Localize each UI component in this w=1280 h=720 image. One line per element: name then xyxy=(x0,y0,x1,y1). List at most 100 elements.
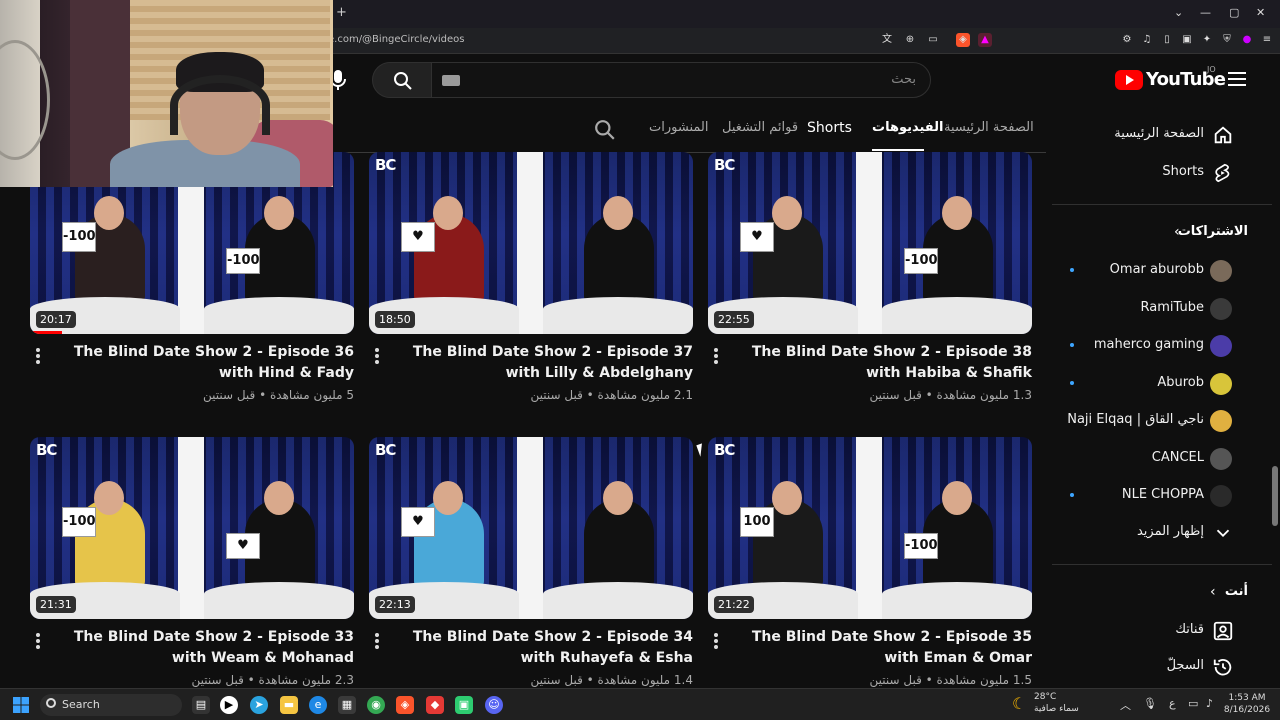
sidebar-item-shorts[interactable]: Shorts xyxy=(1052,156,1264,190)
app-icon[interactable]: ▤ xyxy=(192,696,210,714)
windows-start-icon[interactable] xyxy=(12,696,30,714)
new-tab-button[interactable]: + xyxy=(336,5,347,20)
taskbar-clock[interactable]: 1:53 AM 8/16/2026 xyxy=(1222,692,1272,716)
tab-posts[interactable]: المنشورات xyxy=(649,120,708,135)
minimize-icon[interactable]: — xyxy=(1200,6,1211,19)
zoom-icon[interactable]: ⊕ xyxy=(903,33,917,47)
media-icon[interactable]: ♫ xyxy=(1140,33,1154,47)
subscriptions-header[interactable]: الاشتراكات xyxy=(1178,224,1248,239)
edge-icon[interactable]: e xyxy=(309,696,327,714)
tray-mic-icon[interactable]: 🎙 xyxy=(1143,697,1157,710)
sidebar-toggle-icon[interactable]: ▯ xyxy=(1160,33,1174,47)
chevron-left-icon[interactable]: ‹ xyxy=(1174,224,1180,240)
page-scrollbar[interactable] xyxy=(1272,58,1280,688)
tab-list-icon[interactable]: ⌄ xyxy=(1174,6,1183,19)
sidebar-item-home[interactable]: الصفحة الرئيسية xyxy=(1052,118,1264,152)
thumbnail-table-right xyxy=(543,582,693,619)
subscription-item[interactable]: Aburob xyxy=(1052,367,1264,401)
you-header[interactable]: أنت xyxy=(1225,584,1248,599)
taskbar-search[interactable]: Search xyxy=(40,694,182,716)
profile-icon[interactable]: ● xyxy=(1240,33,1254,47)
sidebar-item-history[interactable]: السجلّ xyxy=(1052,650,1264,684)
leo-icon[interactable]: ✦ xyxy=(1200,33,1214,47)
video-meta: 1.5 مليون مشاهدة • قبل سنتين xyxy=(869,673,1033,687)
video-thumbnail[interactable]: BC ♥ -100 22:55 xyxy=(708,152,1032,334)
video-thumbnail[interactable]: BC ♥ 18:50 xyxy=(369,152,693,334)
channel-search-icon[interactable] xyxy=(594,119,616,141)
video-title[interactable]: The Blind Date Show 2 - Episode 34 with … xyxy=(391,627,693,669)
keyboard-icon[interactable] xyxy=(442,75,460,86)
show-more-button[interactable]: إظهار المزيد xyxy=(1052,516,1264,550)
brave-shield-icon[interactable]: ◈ xyxy=(956,33,970,47)
shorts-icon xyxy=(1215,163,1230,183)
rewards-icon[interactable]: ▲ xyxy=(978,33,992,47)
wallet-icon[interactable]: ▣ xyxy=(1180,33,1194,47)
subscription-item[interactable]: maherco gaming xyxy=(1052,329,1264,363)
menu-icon[interactable]: ≡ xyxy=(1260,33,1274,47)
input-language[interactable]: ع xyxy=(1169,697,1176,710)
tray-chevron-up-icon[interactable]: ︿ xyxy=(1120,697,1131,713)
file-explorer-icon[interactable]: ▬ xyxy=(280,696,298,714)
tab-playlists[interactable]: قوائم التشغيل xyxy=(722,120,798,135)
avatar xyxy=(1210,260,1232,282)
chevron-left-icon[interactable]: ‹ xyxy=(1210,584,1216,600)
video-meta: 2.1 مليون مشاهدة • قبل سنتين xyxy=(530,388,694,402)
thumbnail-face-right xyxy=(264,481,294,515)
telegram-icon[interactable]: ➤ xyxy=(250,696,268,714)
discord-icon[interactable]: ☺ xyxy=(485,696,503,714)
video-title[interactable]: The Blind Date Show 2 - Episode 37 with … xyxy=(391,342,693,384)
subscription-item[interactable]: NLE CHOPPA xyxy=(1052,479,1264,513)
video-thumbnail[interactable]: BC ♥ 22:13 xyxy=(369,437,693,619)
video-title[interactable]: The Blind Date Show 2 - Episode 35 with … xyxy=(730,627,1032,669)
volume-icon[interactable]: ♪ xyxy=(1206,697,1213,710)
tab-home[interactable]: الصفحة الرئيسية xyxy=(944,120,1034,135)
video-title[interactable]: The Blind Date Show 2 - Episode 38 with … xyxy=(730,342,1032,384)
anydesk-icon[interactable]: ◆ xyxy=(426,696,444,714)
cast-icon[interactable]: ▭ xyxy=(926,33,940,47)
subscription-item[interactable]: Omar aburobb xyxy=(1052,254,1264,288)
thumbnail-divider xyxy=(856,152,882,334)
media-player-icon[interactable]: ▶ xyxy=(220,696,238,714)
url-text[interactable]: e.com/@BingeCircle/videos xyxy=(328,34,465,45)
video-thumbnail[interactable]: BC 100 -100 21:22 xyxy=(708,437,1032,619)
subscription-item[interactable]: RamiTube xyxy=(1052,292,1264,326)
search-input[interactable]: بحث xyxy=(431,62,931,98)
more-options-icon[interactable] xyxy=(36,633,40,649)
thumbnail-sign-left: ♥ xyxy=(401,507,435,537)
tab-shorts[interactable]: Shorts xyxy=(807,120,852,136)
translate-icon[interactable]: 文 xyxy=(880,33,894,47)
video-views: 1.4 مليون مشاهدة xyxy=(597,673,693,687)
sidebar-item-label: الصفحة الرئيسية xyxy=(1114,126,1204,141)
hamburger-menu-icon[interactable] xyxy=(1228,72,1246,86)
app-icon[interactable]: ▣ xyxy=(455,696,473,714)
search-button[interactable] xyxy=(372,62,432,98)
clock-time: 1:53 AM xyxy=(1228,693,1266,703)
more-options-icon[interactable] xyxy=(714,348,718,364)
sidebar-item-label: Shorts xyxy=(1162,164,1204,179)
webcam-headset xyxy=(170,75,270,135)
chrome-icon[interactable]: ◉ xyxy=(367,696,385,714)
thumbnail-face-left xyxy=(94,196,124,230)
scrollbar-thumb[interactable] xyxy=(1272,466,1278,526)
video-duration: 21:31 xyxy=(36,596,76,613)
close-window-icon[interactable]: ✕ xyxy=(1256,6,1265,19)
video-thumbnail[interactable]: BC -100 ♥ 21:31 xyxy=(30,437,354,619)
vpn-icon[interactable]: ⛨ xyxy=(1220,33,1234,47)
store-icon[interactable]: ▦ xyxy=(338,696,356,714)
more-options-icon[interactable] xyxy=(375,633,379,649)
thumbnail-face-left xyxy=(772,481,802,515)
subscription-item[interactable]: Naji Elqaq | ناجي القاق xyxy=(1052,404,1264,438)
video-title[interactable]: The Blind Date Show 2 - Episode 33 with … xyxy=(52,627,354,669)
subscription-item[interactable]: CANCEL xyxy=(1052,442,1264,476)
sidebar-item-your-channel[interactable]: قناتك xyxy=(1052,614,1264,648)
brave-icon[interactable]: ◈ xyxy=(396,696,414,714)
tab-videos[interactable]: الفيديوهات xyxy=(872,120,944,135)
more-options-icon[interactable] xyxy=(375,348,379,364)
network-icon[interactable]: ▭ xyxy=(1188,697,1198,710)
extensions-icon[interactable]: ⚙ xyxy=(1120,33,1134,47)
more-options-icon[interactable] xyxy=(36,348,40,364)
thumbnail-sign-right: ♥ xyxy=(226,533,260,559)
maximize-icon[interactable]: ▢ xyxy=(1229,6,1239,19)
more-options-icon[interactable] xyxy=(714,633,718,649)
video-title[interactable]: The Blind Date Show 2 - Episode 36 with … xyxy=(52,342,354,384)
